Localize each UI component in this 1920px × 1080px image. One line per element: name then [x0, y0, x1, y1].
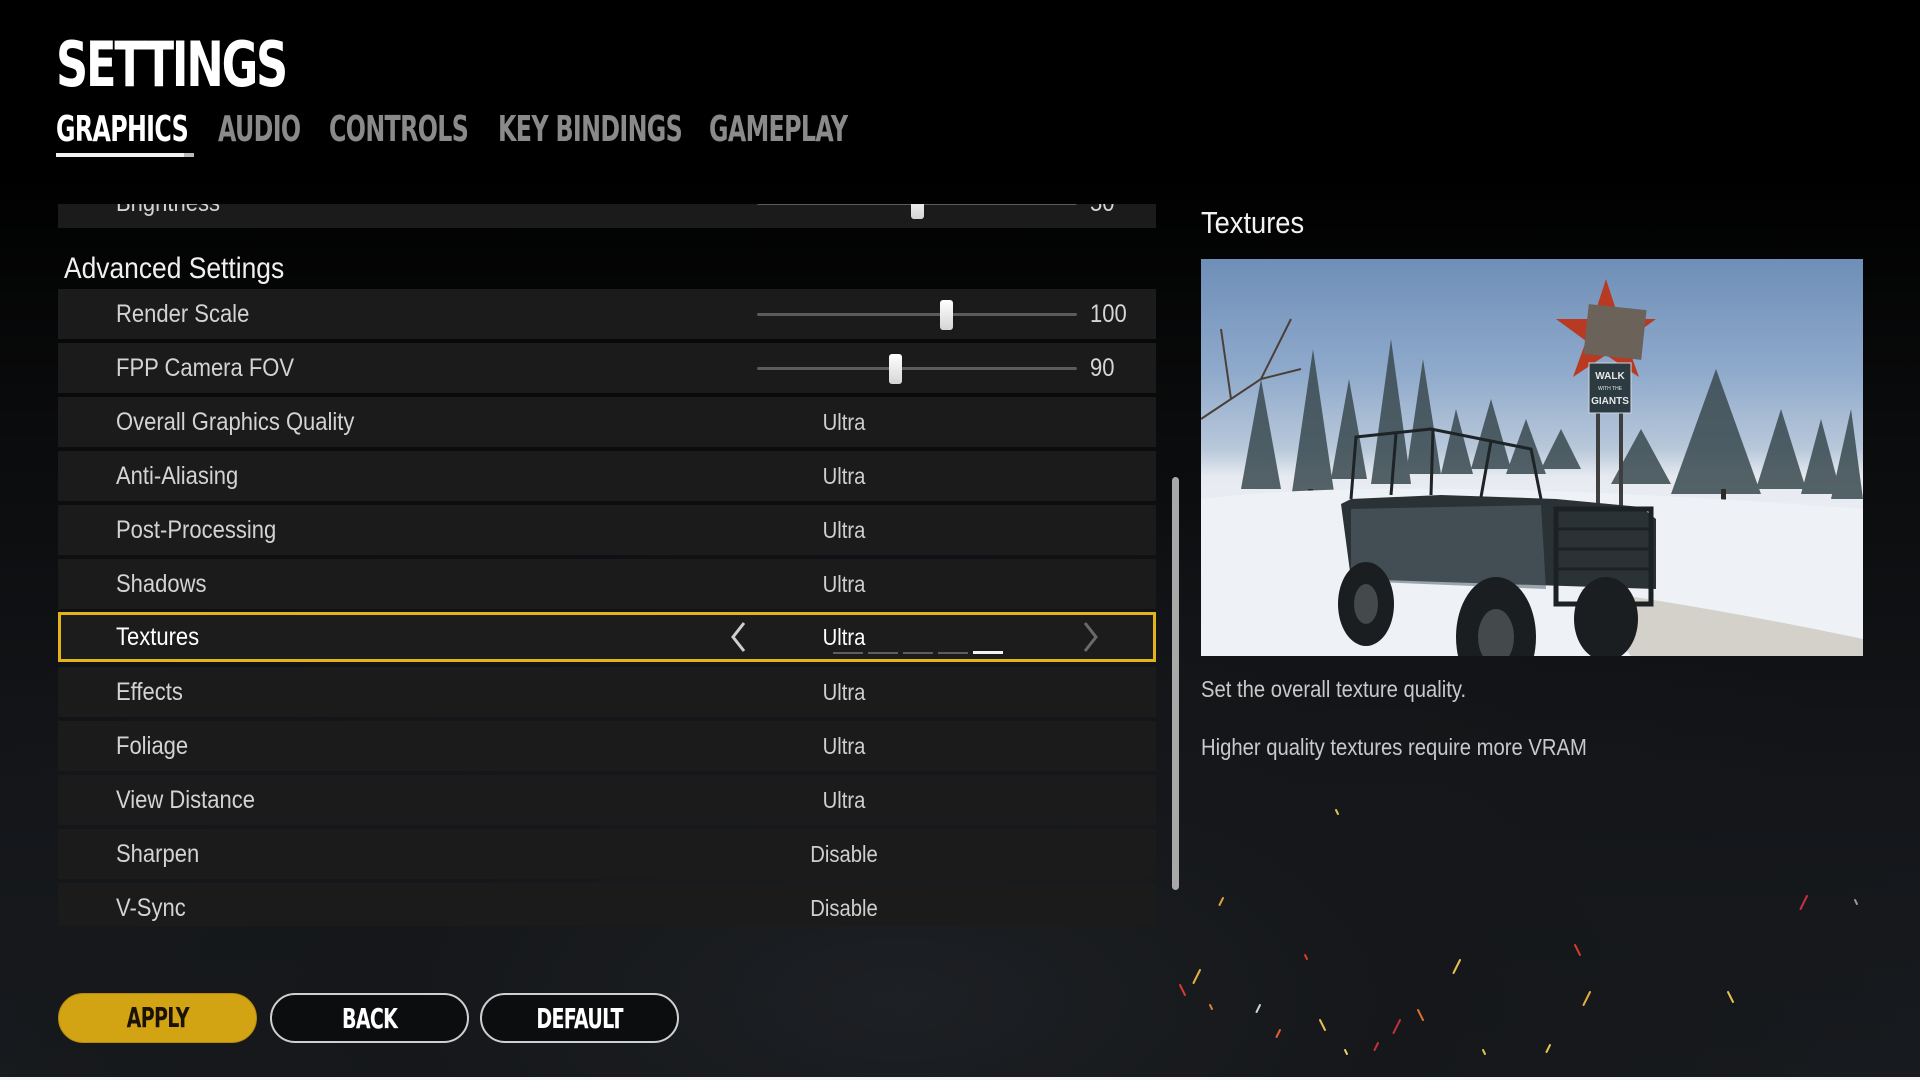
- setting-value: Ultra: [822, 409, 866, 435]
- settings-scrollbar[interactable]: [1170, 204, 1180, 926]
- setting-row-anti-aliasing[interactable]: Anti-Aliasing Ultra: [58, 451, 1156, 501]
- setting-label: Effects: [116, 678, 183, 706]
- setting-value: Ultra: [822, 571, 866, 597]
- setting-label: Render Scale: [116, 300, 250, 328]
- next-option-button[interactable]: [1075, 620, 1105, 654]
- setting-label: Textures: [116, 623, 200, 651]
- setting-label: View Distance: [116, 786, 255, 814]
- setting-label: Overall Graphics Quality: [116, 408, 355, 436]
- quality-level-bar: [938, 652, 968, 654]
- default-label: DEFAULT: [536, 1002, 623, 1035]
- setting-label: Post-Processing: [116, 516, 277, 544]
- apply-label: APPLY: [126, 1001, 189, 1034]
- back-button[interactable]: BACK: [270, 993, 469, 1043]
- page-title: SETTINGS: [56, 28, 288, 101]
- setting-value: Disable: [810, 895, 878, 921]
- setting-label: FPP Camera FOV: [116, 354, 295, 382]
- quality-level-bar: [903, 652, 933, 654]
- tab-audio[interactable]: AUDIO: [218, 108, 301, 152]
- quality-level-indicator: [833, 651, 1008, 655]
- setting-row-fpp-camera-fov[interactable]: FPP Camera FOV 90: [58, 343, 1156, 393]
- setting-value: Ultra: [822, 463, 866, 489]
- setting-label: Anti-Aliasing: [116, 462, 239, 490]
- chevron-left-icon: [731, 622, 746, 652]
- slider-thumb[interactable]: [888, 354, 902, 384]
- quality-level-bar: [868, 652, 898, 654]
- setting-value: Ultra: [822, 679, 866, 705]
- chevron-right-icon: [1083, 622, 1098, 652]
- slider-thumb[interactable]: [939, 300, 953, 330]
- tab-graphics[interactable]: GRAPHICS: [56, 108, 189, 152]
- setting-row-overall-graphics-quality[interactable]: Overall Graphics Quality Ultra: [58, 397, 1156, 447]
- slider-value: 90: [1090, 354, 1115, 382]
- section-heading-advanced: Advanced Settings: [64, 252, 285, 285]
- slider-value: 100: [1090, 300, 1127, 328]
- quality-level-bar: [833, 652, 863, 654]
- settings-list: Brightness 50 Advanced Settings Render S…: [58, 204, 1156, 926]
- setting-label: Foliage: [116, 732, 189, 760]
- setting-preview-image: WALK WITH THE GIANTS: [1201, 259, 1863, 656]
- sign-text-line2: WITH THE: [1598, 386, 1623, 392]
- setting-label: Shadows: [116, 570, 207, 598]
- slider-value: 50: [1090, 204, 1114, 228]
- scrollbar-thumb[interactable]: [1172, 477, 1179, 890]
- setting-row-textures[interactable]: Textures Ultra: [58, 612, 1156, 662]
- setting-label: V-Sync: [116, 894, 186, 922]
- brightness-slider[interactable]: [757, 204, 1077, 219]
- slider-thumb[interactable]: [911, 204, 924, 219]
- tab-gameplay[interactable]: GAMEPLAY: [709, 108, 848, 152]
- setting-row-view-distance[interactable]: View Distance Ultra: [58, 775, 1156, 825]
- setting-row-shadows[interactable]: Shadows Ultra: [58, 559, 1156, 609]
- sign-text-line3: GIANTS: [1591, 396, 1629, 407]
- setting-row-foliage[interactable]: Foliage Ultra: [58, 721, 1156, 771]
- setting-row-effects[interactable]: Effects Ultra: [58, 667, 1156, 717]
- tab-controls[interactable]: CONTROLS: [329, 108, 469, 152]
- detail-description-line1: Set the overall texture quality.: [1201, 676, 1467, 702]
- sign-text-line1: WALK: [1595, 371, 1625, 382]
- back-label: BACK: [341, 1002, 398, 1035]
- tab-key-bindings[interactable]: KEY BINDINGS: [498, 108, 683, 152]
- setting-row-post-processing[interactable]: Post-Processing Ultra: [58, 505, 1156, 555]
- setting-row-render-scale[interactable]: Render Scale 100: [58, 289, 1156, 339]
- quality-level-bar: [973, 651, 1003, 654]
- setting-value: Ultra: [822, 733, 866, 759]
- setting-row-v-sync[interactable]: V-Sync Disable: [58, 883, 1156, 926]
- setting-value: Disable: [810, 841, 878, 867]
- previous-option-button[interactable]: [724, 620, 754, 654]
- setting-row-brightness[interactable]: Brightness 50: [58, 204, 1156, 228]
- setting-value: Ultra: [822, 787, 866, 813]
- apply-button[interactable]: APPLY: [58, 993, 257, 1043]
- detail-description-line2: Higher quality textures require more VRA…: [1201, 734, 1587, 760]
- default-button[interactable]: DEFAULT: [480, 993, 679, 1043]
- render-scale-slider[interactable]: [757, 300, 1077, 330]
- fpp-camera-fov-slider[interactable]: [757, 354, 1077, 384]
- active-tab-indicator: [56, 153, 194, 157]
- detail-title: Textures: [1201, 205, 1305, 240]
- setting-label: Brightness: [116, 204, 220, 228]
- setting-value: Ultra: [822, 517, 866, 543]
- snowy-vehicle-scene: WALK WITH THE GIANTS: [1201, 279, 1863, 656]
- setting-label: Sharpen: [116, 840, 200, 868]
- setting-row-sharpen[interactable]: Sharpen Disable: [58, 829, 1156, 879]
